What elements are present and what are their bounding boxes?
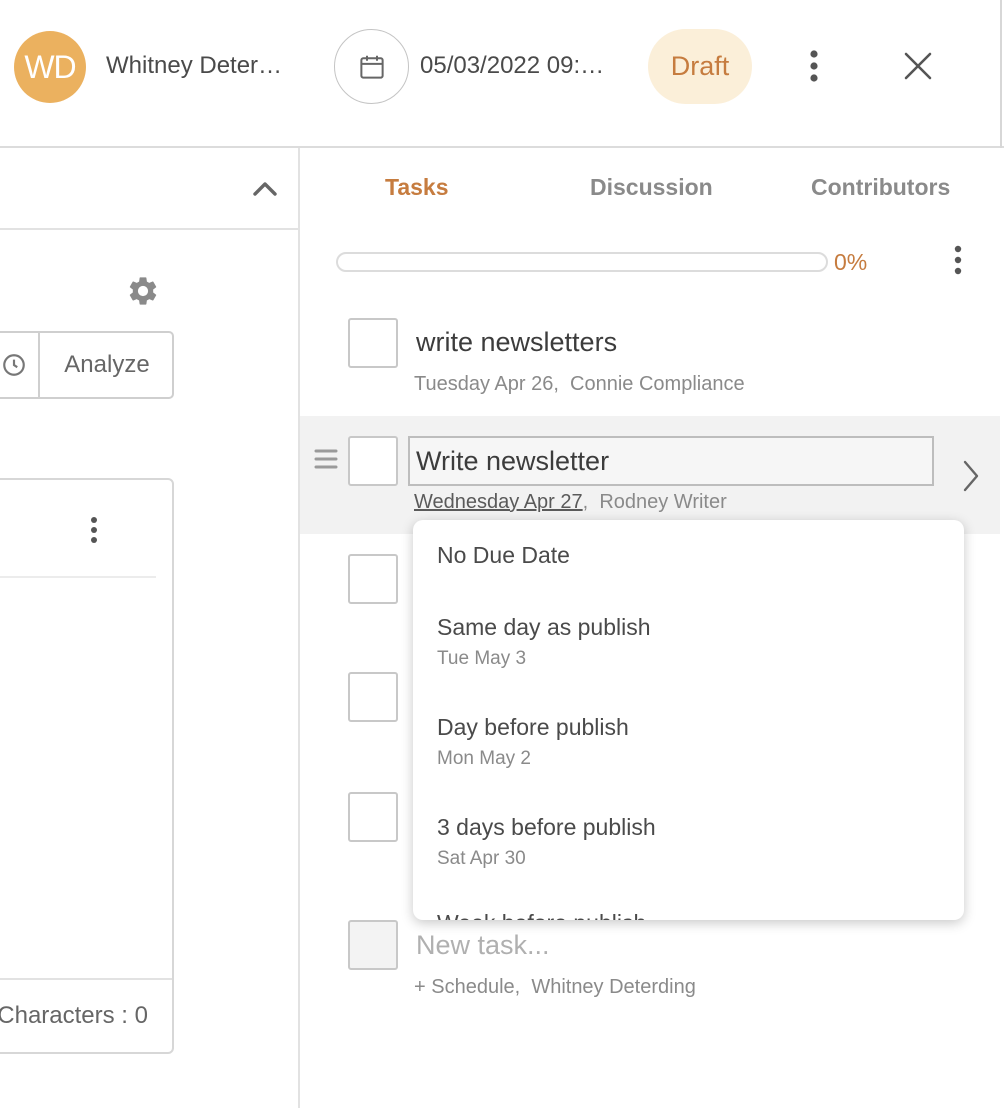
due-option-date: Mon May 2 — [437, 748, 531, 769]
task-checkbox[interactable] — [348, 554, 398, 604]
due-option-day-before[interactable]: Day before publish Mon May 2 — [437, 714, 964, 806]
new-task-meta: + Schedule, Whitney Deterding — [414, 976, 696, 998]
due-option-date: Sat Apr 30 — [437, 848, 526, 869]
due-date-dropdown: No Due Date Same day as publish Tue May … — [413, 520, 964, 920]
status-badge[interactable]: Draft — [648, 29, 752, 104]
history-icon — [3, 354, 25, 376]
task-checkbox[interactable] — [348, 792, 398, 842]
gear-icon — [129, 277, 157, 305]
due-option-date: Tue May 3 — [437, 648, 527, 669]
tab-contributors[interactable]: Contributors — [811, 174, 950, 201]
due-option-label: Week before publish — [437, 910, 646, 920]
new-task-checkbox — [348, 920, 398, 970]
drag-handle-icon — [314, 449, 338, 469]
history-button[interactable] — [0, 333, 40, 397]
due-option-label: 3 days before publish — [437, 814, 656, 840]
settings-button[interactable] — [124, 272, 162, 310]
publish-datetime[interactable]: 05/03/2022 09:… — [420, 52, 610, 80]
close-icon — [904, 52, 932, 80]
character-count: Characters : 0 — [0, 1002, 148, 1029]
task-due-date[interactable]: Tuesday Apr 26 — [414, 373, 553, 395]
calendar-icon — [359, 55, 384, 79]
progress-percent: 0% — [834, 249, 868, 275]
task-meta: Wednesday Apr 27, Rodney Writer — [414, 491, 727, 513]
task-meta: Tuesday Apr 26, Connie Compliance — [414, 373, 745, 395]
new-task-assignee[interactable]: Whitney Deterding — [531, 976, 696, 998]
due-option-label: Day before publish — [437, 714, 629, 740]
tasks-more-button[interactable] — [946, 240, 970, 280]
content-card: Characters : 0 — [0, 478, 174, 1054]
task-title-input[interactable]: Write newsletter — [408, 436, 934, 486]
collapse-button[interactable] — [248, 172, 282, 206]
publish-date-button[interactable] — [334, 29, 409, 104]
close-button[interactable] — [896, 44, 940, 88]
due-option-3-days-before[interactable]: 3 days before publish Sat Apr 30 — [437, 814, 964, 906]
card-more-button[interactable] — [84, 514, 104, 546]
avatar[interactable]: WD — [14, 31, 86, 103]
chevron-up-icon — [253, 182, 277, 196]
tab-tasks[interactable]: Tasks — [385, 174, 449, 201]
tasks-progress-bar — [336, 252, 828, 272]
due-option-label: Same day as publish — [437, 614, 651, 640]
task-open-button[interactable] — [958, 456, 984, 496]
due-option-label: No Due Date — [437, 542, 570, 568]
task-assignee[interactable]: Rodney Writer — [599, 491, 726, 513]
task-assignee[interactable]: Connie Compliance — [570, 373, 745, 395]
task-due-date[interactable]: Wednesday Apr 27 — [414, 491, 583, 513]
editor-button-group: Analyze — [0, 331, 174, 399]
card-footer-divider — [0, 978, 172, 980]
tab-discussion[interactable]: Discussion — [590, 174, 713, 201]
chevron-right-icon — [963, 460, 979, 492]
editor-header: WD Whitney Deter… 05/03/2022 09:… Draft — [0, 0, 1004, 148]
author-name[interactable]: Whitney Deter… — [106, 52, 286, 80]
editor-left-panel: Analyze Characters : 0 — [0, 148, 300, 1108]
left-panel-toolbar — [0, 148, 298, 230]
drag-handle[interactable] — [312, 446, 340, 472]
task-title[interactable]: write newsletters — [416, 327, 617, 358]
window-edge — [1000, 0, 1002, 148]
header-more-button[interactable] — [798, 44, 830, 88]
panel-tabs: Tasks Discussion Contributors — [300, 148, 1004, 230]
due-option-same-day[interactable]: Same day as publish Tue May 3 — [437, 614, 964, 706]
due-option-week-before[interactable]: Week before publish — [437, 910, 964, 920]
task-checkbox[interactable] — [348, 436, 398, 486]
analyze-button[interactable]: Analyze — [42, 333, 172, 397]
more-vertical-icon — [954, 245, 962, 275]
task-checkbox[interactable] — [348, 318, 398, 368]
card-divider — [0, 576, 156, 578]
task-checkbox[interactable] — [348, 672, 398, 722]
more-vertical-icon — [810, 50, 818, 82]
new-task-input[interactable] — [416, 928, 836, 962]
more-vertical-icon — [91, 517, 97, 543]
schedule-link[interactable]: + Schedule — [414, 976, 515, 998]
